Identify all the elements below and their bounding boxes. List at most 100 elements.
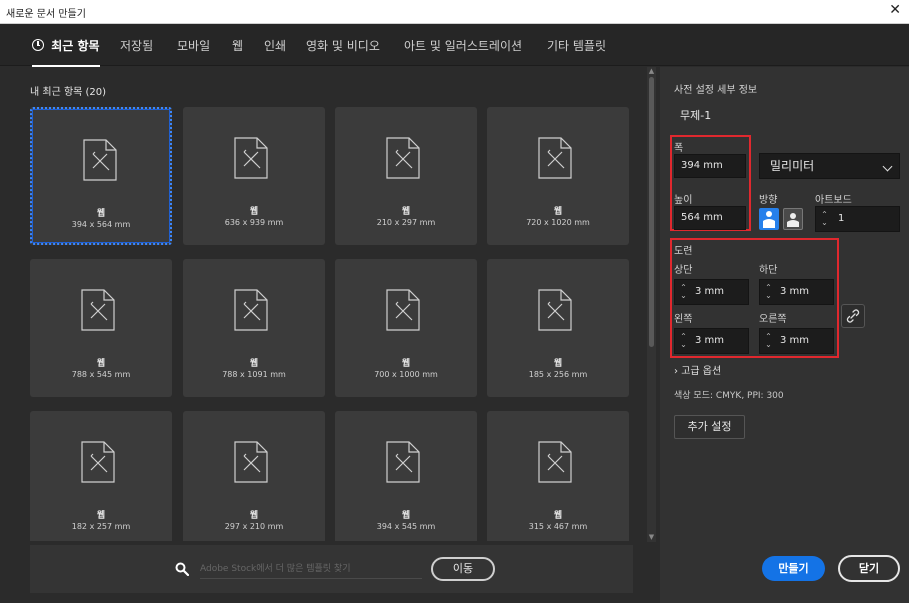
bleed-top-stepper[interactable]: ⌃ ⌄ 3 mm <box>674 279 749 305</box>
preset-size: 315 x 467 mm <box>528 522 588 531</box>
bleed-left-label: 왼쪽 <box>674 314 693 325</box>
color-mode-text: 색상 모드: CMYK, PPI: 300 <box>674 391 784 401</box>
stepper-arrows-icon[interactable]: ⌃ ⌄ <box>679 284 688 300</box>
tab-saved[interactable]: 저장됨 <box>120 37 153 54</box>
document-icon <box>538 289 572 331</box>
tab-other-templates[interactable]: 기타 템플릿 <box>547 37 606 54</box>
preset-size: 182 x 257 mm <box>71 522 131 531</box>
portrait-person-icon <box>763 211 775 228</box>
preset-size: 394 x 564 mm <box>71 220 131 229</box>
bleed-left-value: 3 mm <box>695 335 725 346</box>
preset-size: 720 x 1020 mm <box>526 218 590 227</box>
preset-size: 185 x 256 mm <box>528 370 588 379</box>
preset-grid: 웹 394 x 564 mm 웹 636 x 939 mm 웹 210 x 29… <box>30 107 642 541</box>
preset-card[interactable]: 웹 394 x 545 mm <box>335 411 477 541</box>
preset-name: 웹 <box>553 511 563 521</box>
preset-size: 636 x 939 mm <box>224 218 284 227</box>
link-icon[interactable] <box>841 304 865 328</box>
bleed-bottom-label: 하단 <box>759 265 778 276</box>
width-label: 폭 <box>674 143 684 154</box>
bleed-right-label: 오른쪽 <box>759 314 787 325</box>
recent-items-panel: 내 최근 항목 (20) 웹 394 x 564 mm 웹 636 x 939 … <box>0 67 660 603</box>
preset-name: 웹 <box>249 207 259 217</box>
close-button[interactable]: 닫기 <box>838 555 900 582</box>
category-tabbar: 최근 항목 저장됨 모바일 웹 인쇄 영화 및 비디오 아트 및 일러스트레이션… <box>0 24 909 67</box>
document-icon <box>234 289 268 331</box>
preset-card[interactable]: 웹 297 x 210 mm <box>183 411 325 541</box>
bleed-top-label: 상단 <box>674 265 693 276</box>
unit-select-value: 밀리미터 <box>770 159 815 173</box>
tab-art-illustration[interactable]: 아트 및 일러스트레이션 <box>404 37 522 54</box>
bleed-label: 도련 <box>674 246 693 257</box>
preset-card[interactable]: 웹 636 x 939 mm <box>183 107 325 245</box>
preset-size: 700 x 1000 mm <box>374 370 438 379</box>
portrait-orientation-button[interactable] <box>759 208 779 230</box>
document-icon <box>538 441 572 483</box>
document-icon <box>386 441 420 483</box>
clock-icon <box>32 39 44 51</box>
bleed-bottom-stepper[interactable]: ⌃ ⌄ 3 mm <box>759 279 834 305</box>
height-field[interactable]: 564 mm <box>674 206 746 230</box>
stepper-arrows-icon[interactable]: ⌃ ⌄ <box>764 284 773 300</box>
tab-recent[interactable]: 최근 항목 <box>32 37 100 67</box>
unit-select[interactable]: 밀리미터 <box>759 153 900 179</box>
preset-name: 웹 <box>553 359 563 369</box>
artboard-stepper[interactable]: ⌃ ⌄ 1 <box>815 206 900 232</box>
window-close-icon[interactable]: ✕ <box>889 2 901 18</box>
preset-card[interactable]: 웹 788 x 545 mm <box>30 259 172 397</box>
preset-size: 788 x 545 mm <box>71 370 131 379</box>
bleed-right-stepper[interactable]: ⌃ ⌄ 3 mm <box>759 328 834 354</box>
search-icon[interactable] <box>175 562 189 576</box>
document-icon <box>81 441 115 483</box>
preset-size: 788 x 1091 mm <box>222 370 286 379</box>
scrollbar-thumb[interactable] <box>649 77 654 347</box>
grid-scrollbar[interactable]: ▲ ▼ <box>647 67 656 542</box>
preset-card[interactable]: 웹 315 x 467 mm <box>487 411 629 541</box>
create-button[interactable]: 만들기 <box>762 556 825 581</box>
stepper-arrows-icon[interactable]: ⌃ ⌄ <box>679 333 688 349</box>
preset-card[interactable]: 웹 788 x 1091 mm <box>183 259 325 397</box>
bleed-bottom-value: 3 mm <box>780 286 810 297</box>
advanced-options-toggle[interactable]: › 고급 옵션 <box>674 362 721 377</box>
height-label: 높이 <box>674 195 693 206</box>
preset-name: 웹 <box>249 511 259 521</box>
tab-label: 최근 항목 <box>51 39 100 53</box>
landscape-orientation-button[interactable] <box>783 208 803 230</box>
chevron-right-icon: › <box>674 366 678 377</box>
width-field[interactable]: 394 mm <box>674 154 746 178</box>
bleed-right-value: 3 mm <box>780 335 810 346</box>
stepper-arrows-icon[interactable]: ⌃ ⌄ <box>764 333 773 349</box>
go-button[interactable]: 이동 <box>431 557 495 581</box>
preset-name: 웹 <box>401 207 411 217</box>
tab-mobile[interactable]: 모바일 <box>177 37 210 54</box>
section-title: 내 최근 항목 (20) <box>30 87 107 98</box>
scroll-up-icon[interactable]: ▲ <box>647 67 656 76</box>
stock-search-input[interactable] <box>200 559 422 579</box>
tab-film-video[interactable]: 영화 및 비디오 <box>306 37 380 54</box>
preset-name: 웹 <box>401 359 411 369</box>
preset-card[interactable]: 웹 700 x 1000 mm <box>335 259 477 397</box>
preset-card[interactable]: 웹 394 x 564 mm <box>30 107 172 245</box>
stock-search-bar: 이동 <box>30 545 633 593</box>
preset-name: 웹 <box>96 511 106 521</box>
stepper-arrows-icon[interactable]: ⌃ ⌄ <box>820 211 829 227</box>
more-settings-button[interactable]: 추가 설정 <box>674 415 745 439</box>
chain-link-icon <box>846 309 860 323</box>
preset-size: 297 x 210 mm <box>224 522 284 531</box>
tab-web[interactable]: 웹 <box>232 37 243 54</box>
preset-name: 웹 <box>401 511 411 521</box>
window-title: 새로운 문서 만들기 <box>6 9 86 20</box>
document-name[interactable]: 무제-1 <box>680 107 711 123</box>
bleed-left-stepper[interactable]: ⌃ ⌄ 3 mm <box>674 328 749 354</box>
document-icon <box>234 137 268 179</box>
preset-size: 394 x 545 mm <box>376 522 436 531</box>
preset-name: 웹 <box>96 359 106 369</box>
preset-card[interactable]: 웹 720 x 1020 mm <box>487 107 629 245</box>
tab-print[interactable]: 인쇄 <box>264 37 286 54</box>
preset-card[interactable]: 웹 182 x 257 mm <box>30 411 172 541</box>
landscape-person-icon <box>787 213 799 227</box>
preset-details-heading: 사전 설정 세부 정보 <box>674 85 758 96</box>
preset-card[interactable]: 웹 185 x 256 mm <box>487 259 629 397</box>
scroll-down-icon[interactable]: ▼ <box>647 533 656 542</box>
preset-card[interactable]: 웹 210 x 297 mm <box>335 107 477 245</box>
